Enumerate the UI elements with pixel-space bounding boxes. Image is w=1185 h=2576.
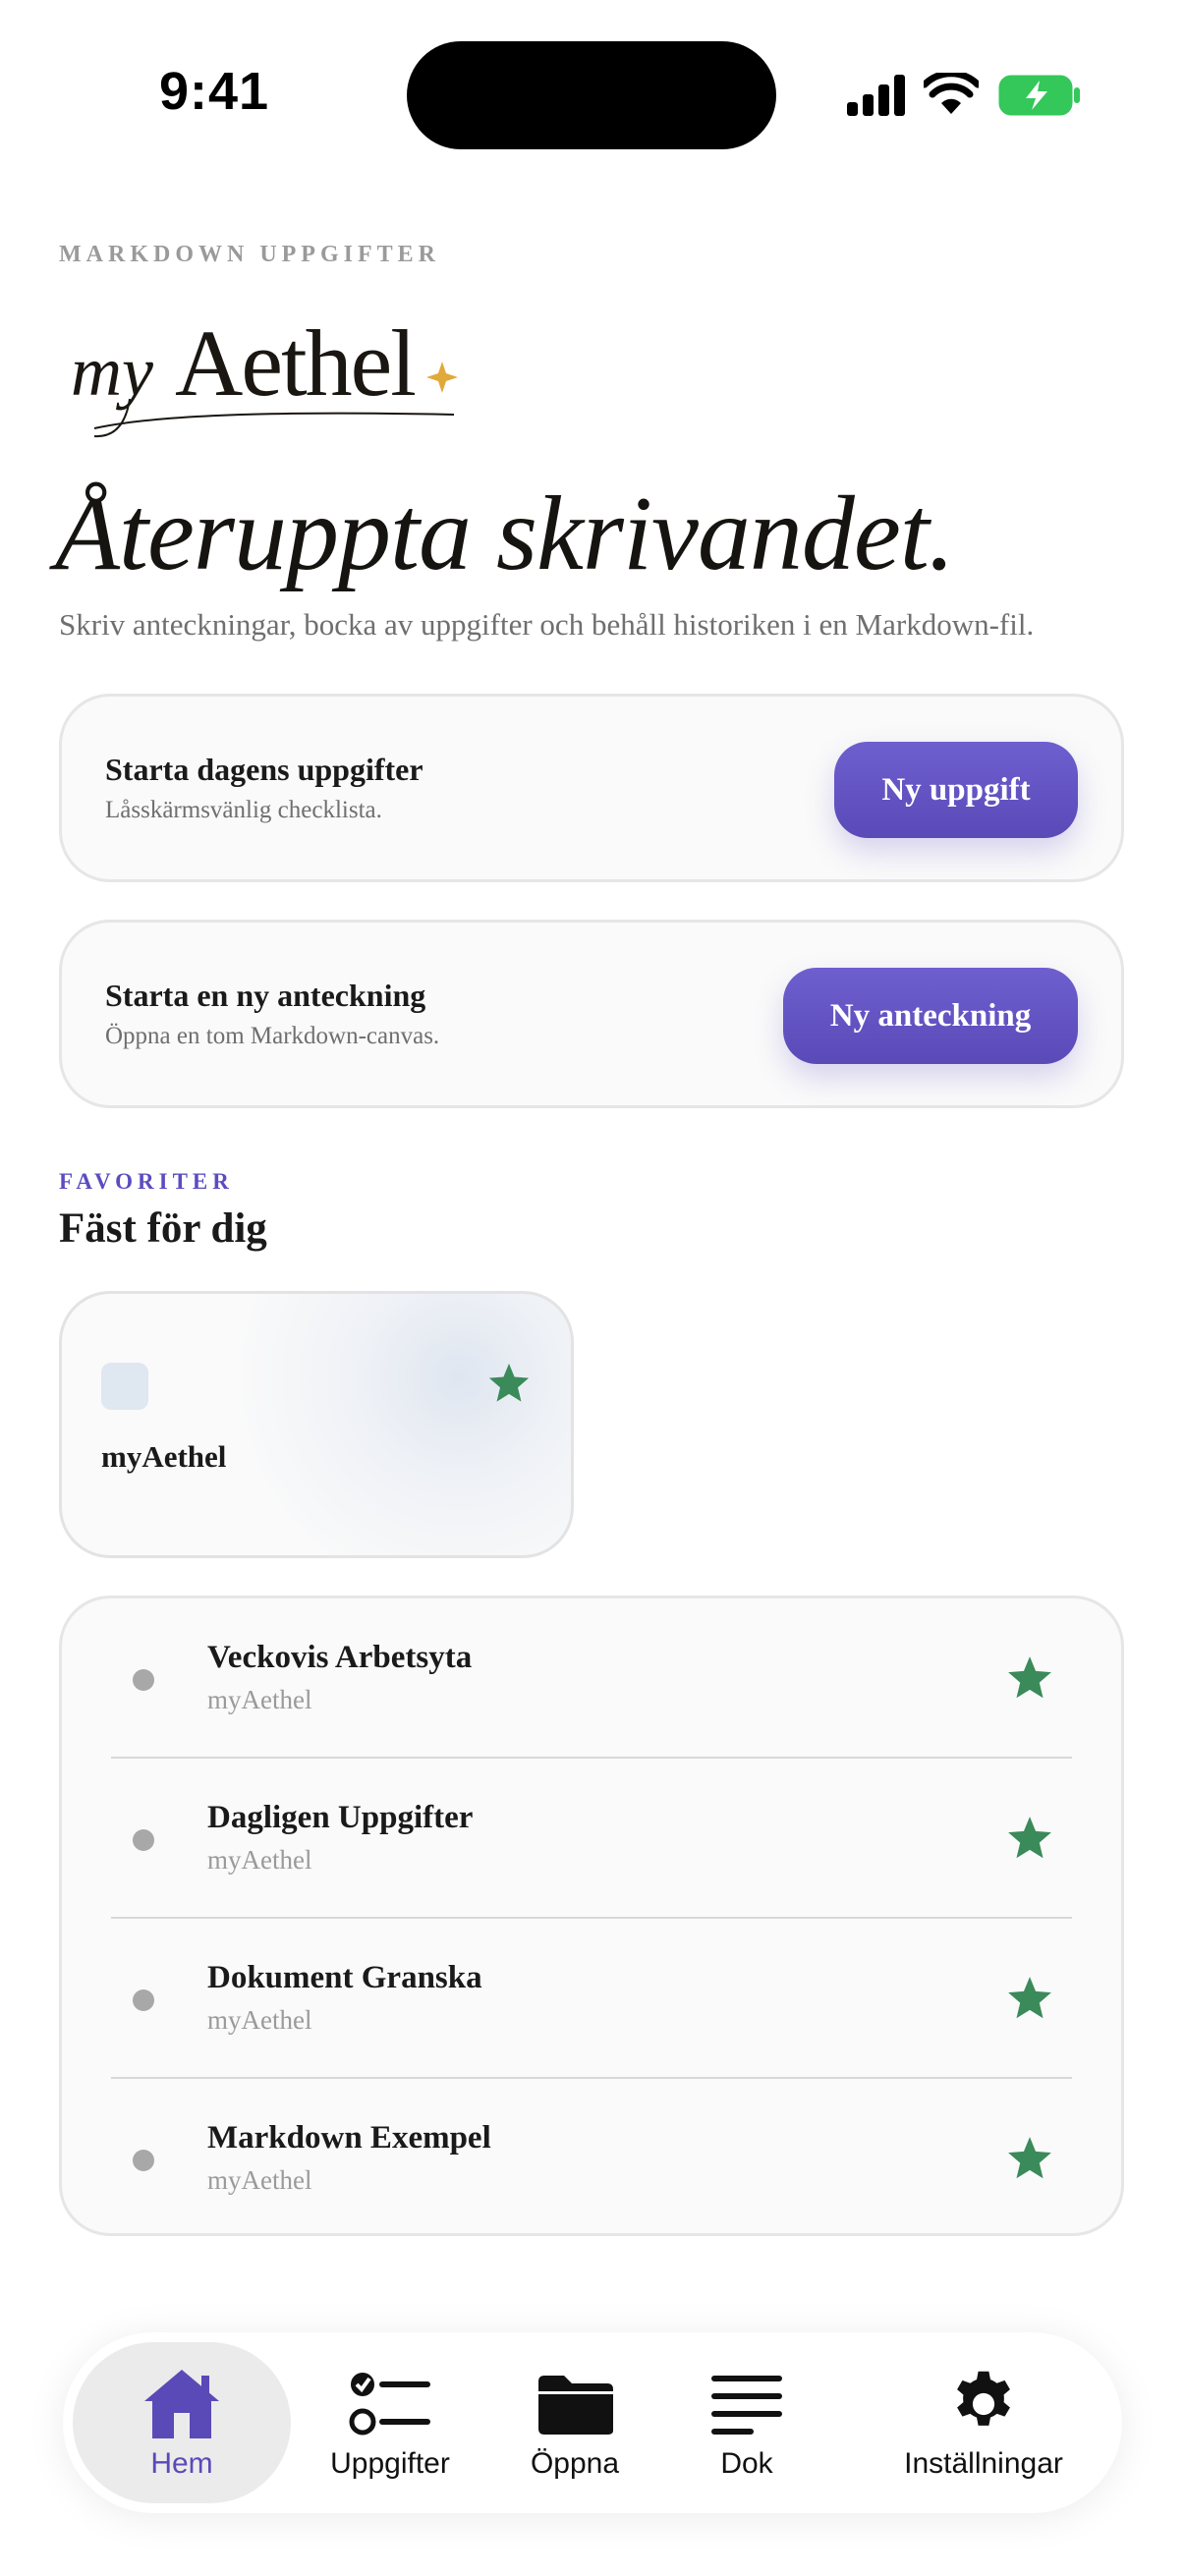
page-subtitle: Skriv anteckningar, bocka av uppgifter o… <box>59 607 1035 642</box>
star-icon[interactable] <box>1005 2134 1054 2183</box>
card-title: Starta en ny anteckning <box>105 978 426 1013</box>
favorites-list: Veckovis Arbetsyta myAethel Dagligen Upp… <box>59 1596 1124 2236</box>
tab-label: Öppna <box>530 2447 620 2480</box>
list-item-subtitle: myAethel <box>207 1845 312 1875</box>
bullet-dot <box>133 1989 154 2011</box>
star-icon[interactable] <box>486 1361 532 1406</box>
list-item-subtitle: myAethel <box>207 2005 312 2035</box>
tab-label: Hem <box>150 2447 213 2480</box>
pinned-card[interactable]: myAethel <box>59 1291 574 1558</box>
bullet-dot <box>133 1669 154 1691</box>
list-item-title: Markdown Exempel <box>207 2120 491 2156</box>
gear-icon <box>946 2365 1021 2443</box>
tab-home[interactable]: Hem <box>73 2342 291 2503</box>
pinned-card-label: myAethel <box>101 1439 227 1474</box>
tab-tasks[interactable]: Uppgifter <box>297 2342 483 2503</box>
lines-icon <box>711 2365 782 2443</box>
favorites-title: Fäst för dig <box>59 1205 267 1252</box>
card-subtitle: Låsskärmsvänlig checklista. <box>105 797 382 823</box>
folder-icon <box>535 2365 615 2443</box>
svg-text:my: my <box>71 332 153 411</box>
new-note-button[interactable]: Ny anteckning <box>783 968 1078 1064</box>
card-subtitle: Öppna en tom Markdown-canvas. <box>105 1023 440 1049</box>
star-icon[interactable] <box>1005 1974 1054 2023</box>
star-icon[interactable] <box>1005 1653 1054 1703</box>
tab-label: Inställningar <box>904 2447 1063 2480</box>
house-icon <box>141 2365 223 2443</box>
pinned-card-icon <box>101 1363 148 1410</box>
tab-settings[interactable]: Inställningar <box>857 2342 1110 2503</box>
new-task-button[interactable]: Ny uppgift <box>834 742 1078 838</box>
section-eyebrow: MARKDOWN UPPGIFTER <box>59 242 440 267</box>
card-title: Starta dagens uppgifter <box>105 752 423 787</box>
bullet-dot <box>133 2150 154 2171</box>
list-item-title: Dagligen Uppgifter <box>207 1800 474 1835</box>
battery-charging-icon <box>998 75 1080 116</box>
favorites-eyebrow: FAVORITER <box>59 1169 234 1194</box>
cellular-signal-icon <box>847 75 905 116</box>
svg-text:Aethel: Aethel <box>175 310 415 416</box>
list-item-subtitle: myAethel <box>207 1685 312 1714</box>
list-item[interactable]: Veckovis Arbetsyta myAethel <box>62 1598 1121 1759</box>
start-note-card: Starta en ny anteckning Öppna en tom Mar… <box>59 920 1124 1108</box>
list-item-title: Dokument Granska <box>207 1960 482 1995</box>
tab-bar: Hem Uppgifter Öppna Dok Inställningar <box>63 2332 1122 2513</box>
list-item-subtitle: myAethel <box>207 2165 312 2195</box>
dynamic-island <box>407 41 776 149</box>
tab-label: Uppgifter <box>330 2447 450 2480</box>
tab-open[interactable]: Öppna <box>493 2342 656 2503</box>
list-item[interactable]: Dokument Granska myAethel <box>62 1919 1121 2079</box>
wifi-icon <box>924 73 979 114</box>
list-item[interactable]: Markdown Exempel myAethel <box>62 2079 1121 2239</box>
checklist-icon <box>349 2365 431 2443</box>
myaethel-logo: my Aethel <box>71 310 458 438</box>
bullet-dot <box>133 1829 154 1851</box>
start-tasks-card: Starta dagens uppgifter Låsskärmsvänlig … <box>59 694 1124 882</box>
tab-label: Dok <box>720 2447 773 2480</box>
page-headline: Återuppta skrivandet. <box>55 476 955 592</box>
tab-docs[interactable]: Dok <box>672 2342 821 2503</box>
star-icon[interactable] <box>1005 1814 1054 1863</box>
status-time: 9:41 <box>159 62 270 121</box>
list-item-title: Veckovis Arbetsyta <box>207 1640 473 1675</box>
list-item[interactable]: Dagligen Uppgifter myAethel <box>62 1759 1121 1919</box>
